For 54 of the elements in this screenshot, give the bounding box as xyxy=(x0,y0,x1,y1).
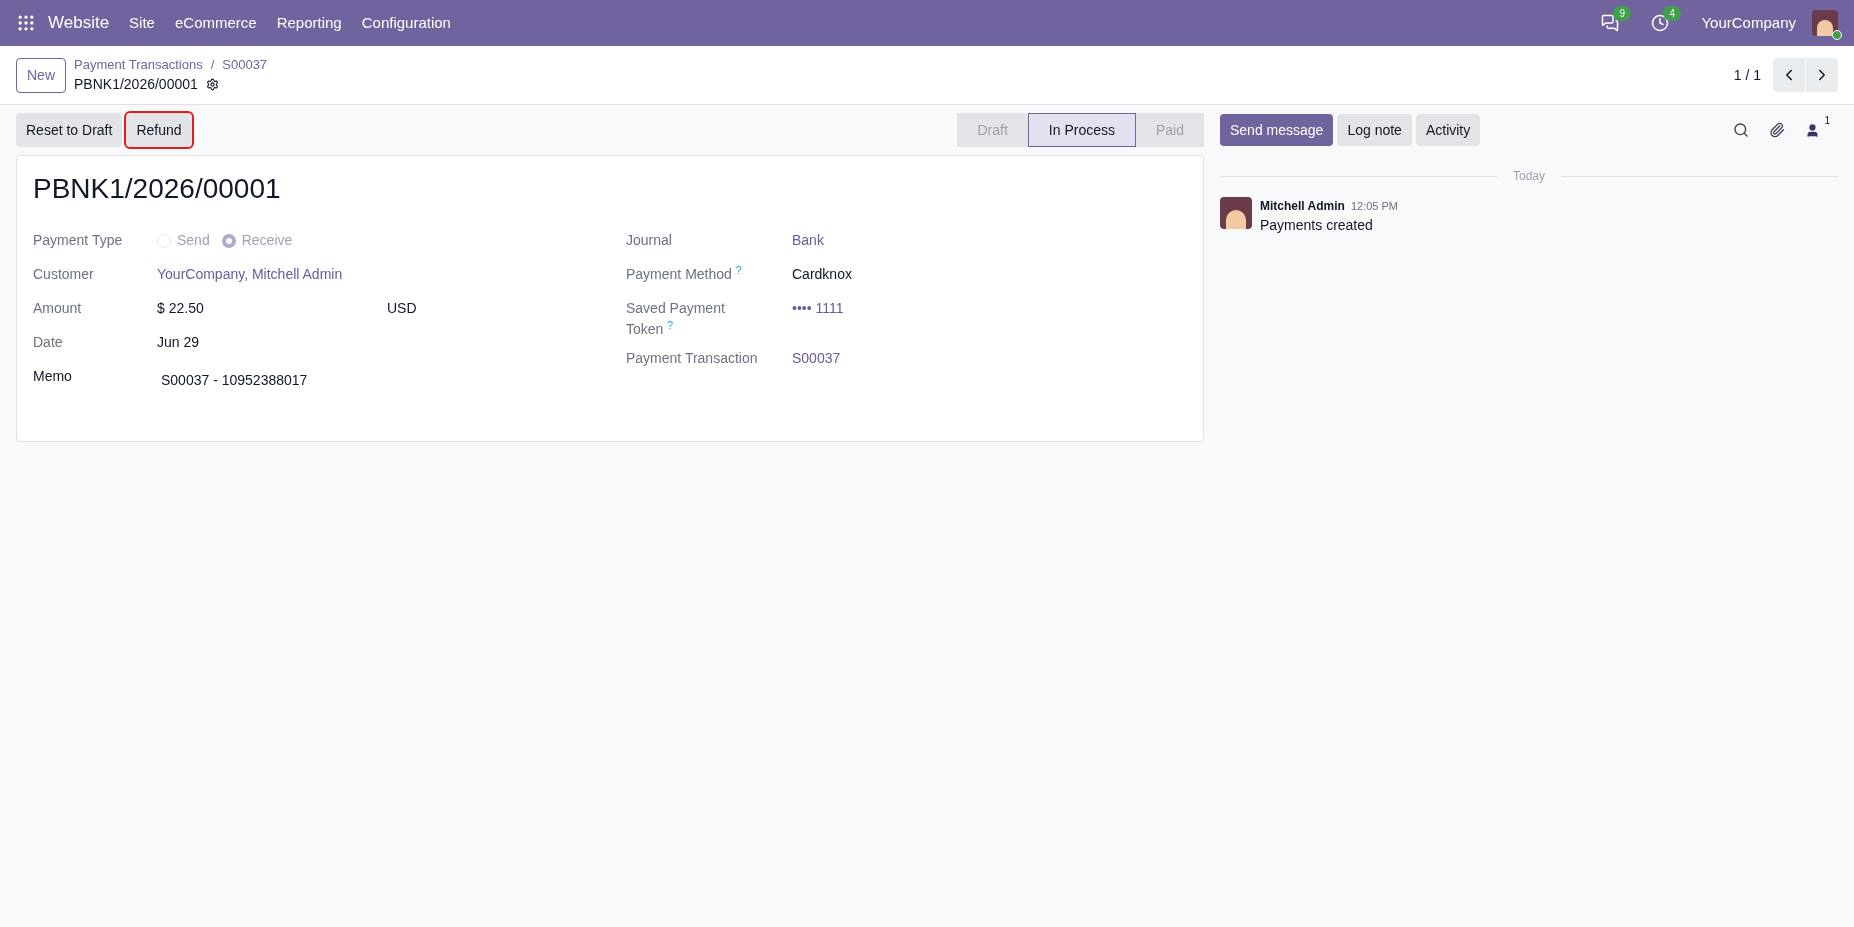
followers-count: 1 xyxy=(1824,115,1830,127)
action-button[interactable]: Reset to Draft xyxy=(16,113,123,147)
status-stage[interactable]: In Process xyxy=(1027,113,1136,147)
field-label: Date xyxy=(33,333,64,352)
breadcrumb-link[interactable]: S00037 xyxy=(222,54,268,75)
field-link[interactable]: •••• 1111 xyxy=(792,298,844,319)
search-icon[interactable] xyxy=(1733,122,1750,138)
count-badge: 4 xyxy=(1663,6,1682,21)
field-label: Journal xyxy=(626,231,673,250)
avatar xyxy=(1812,10,1838,36)
activity-icon[interactable] xyxy=(1651,14,1670,32)
avatar xyxy=(1220,197,1252,229)
chatter-button[interactable]: Activity xyxy=(1415,114,1481,146)
nav-menu-item[interactable]: Site xyxy=(129,11,155,35)
breadcrumb-link[interactable]: Payment Transactions xyxy=(74,54,203,75)
pager-value: 1 / 1 xyxy=(1733,65,1761,85)
field-link[interactable]: S00037 xyxy=(792,348,841,369)
nav-menu-item[interactable]: Reporting xyxy=(276,11,342,35)
followers-icon[interactable] xyxy=(1805,122,1821,138)
nav-menu-item[interactable]: Configuration xyxy=(361,11,451,35)
paperclip-icon[interactable] xyxy=(1769,122,1786,138)
field-value: $ 22.50 xyxy=(157,299,205,318)
message-author: Mitchell Admin xyxy=(1260,198,1345,215)
action-button[interactable]: Refund xyxy=(126,113,192,147)
new-button[interactable]: New xyxy=(16,57,66,93)
field-label: Payment Method $^{?}$ xyxy=(626,264,743,284)
field-value: Jun 29 xyxy=(157,333,200,352)
field-label: Payment Type xyxy=(33,231,124,250)
chatter-button[interactable]: Send message xyxy=(1220,114,1334,146)
field-label: Memo xyxy=(33,367,73,386)
field-label: Amount xyxy=(33,299,83,318)
field-label: Saved Payment Token $^{?}$ xyxy=(626,299,726,339)
online-status-icon xyxy=(1832,30,1842,40)
field-link[interactable]: YourCompany, Mitchell Admin xyxy=(157,264,343,285)
date-separator: Today xyxy=(1513,168,1545,185)
breadcrumb-separator: / xyxy=(210,55,215,74)
messages-icon[interactable] xyxy=(1601,14,1620,32)
count-badge: 9 xyxy=(1613,6,1632,21)
company-switcher[interactable]: YourCompany xyxy=(1701,11,1796,35)
record-name: PBNK1/2026/00001 xyxy=(74,75,198,95)
settings-icon[interactable] xyxy=(205,78,219,92)
field-label: Payment Transaction xyxy=(626,349,759,368)
currency-value: USD xyxy=(387,299,417,318)
message-time: 12:05 PM xyxy=(1350,199,1398,214)
record-title: PBNK1/2026/00001 xyxy=(33,172,282,206)
field-link[interactable]: Bank xyxy=(792,230,824,251)
field-label: Customer xyxy=(33,265,95,284)
message-body: Payments created xyxy=(1260,216,1374,235)
apps-menu-icon[interactable] xyxy=(16,13,36,33)
app-name[interactable]: Website xyxy=(48,10,110,36)
nav-menu-item[interactable]: eCommerce xyxy=(174,11,257,35)
chatter-button[interactable]: Log note xyxy=(1337,114,1412,146)
field-value: Cardknox xyxy=(792,265,852,284)
field-value[interactable]: S00037 - 10952388017 xyxy=(157,366,308,391)
